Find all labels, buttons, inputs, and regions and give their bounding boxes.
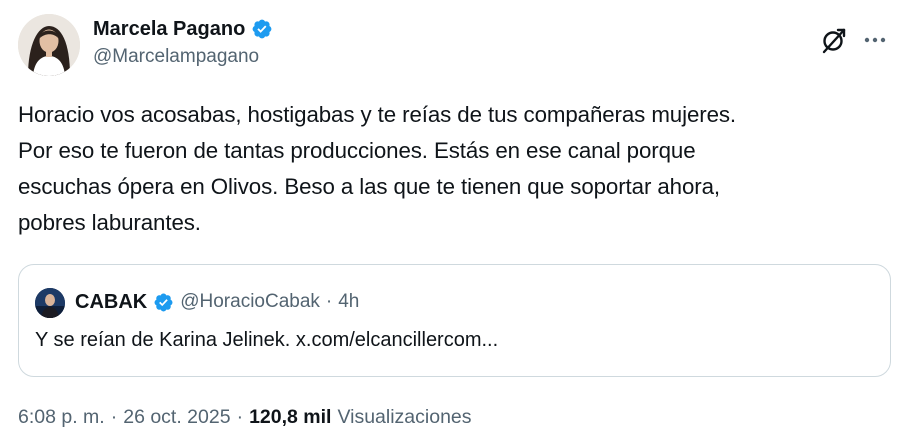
views-label[interactable]: Visualizaciones: [337, 406, 471, 429]
quote-verified-badge-icon: [154, 293, 173, 311]
tweet-text: Horacio vos acosabas, hostigabas y te re…: [18, 102, 737, 235]
quote-author-avatar[interactable]: [35, 288, 65, 318]
quote-timestamp[interactable]: 4h: [338, 291, 359, 313]
author-name[interactable]: Marcela Pagano: [93, 18, 245, 41]
quote-author-name[interactable]: CABAK: [75, 291, 147, 314]
quote-header: CABAK @HoracioCabak · 4h: [75, 287, 359, 317]
tweet-date[interactable]: 26 oct. 2025: [123, 406, 230, 429]
more-icon[interactable]: [860, 26, 890, 54]
author-handle[interactable]: @Marcelampagano: [93, 46, 259, 68]
author-name-row: Marcela Pagano: [93, 14, 273, 44]
quoted-tweet[interactable]: CABAK @HoracioCabak · 4h Y se reían de K…: [18, 264, 891, 377]
grok-icon[interactable]: [818, 24, 850, 56]
meta-separator: ·: [110, 405, 118, 428]
quote-text: Y se reían de Karina Jelinek. x.com/elca…: [35, 329, 499, 351]
quote-separator: ·: [325, 291, 333, 312]
quote-author-handle[interactable]: @HoracioCabak: [180, 291, 320, 313]
tweet-meta: 6:08 p. m. · 26 oct. 2025 · 120,8 mil Vi…: [18, 403, 472, 431]
author-avatar[interactable]: [18, 14, 80, 76]
tweet-time[interactable]: 6:08 p. m.: [18, 406, 105, 429]
verified-badge-icon: [252, 19, 272, 39]
meta-separator: ·: [236, 405, 244, 428]
views-count[interactable]: 120,8 mil: [249, 406, 331, 429]
tweet: Marcela Pagano @Marcelampagano Horacio v…: [0, 0, 912, 448]
